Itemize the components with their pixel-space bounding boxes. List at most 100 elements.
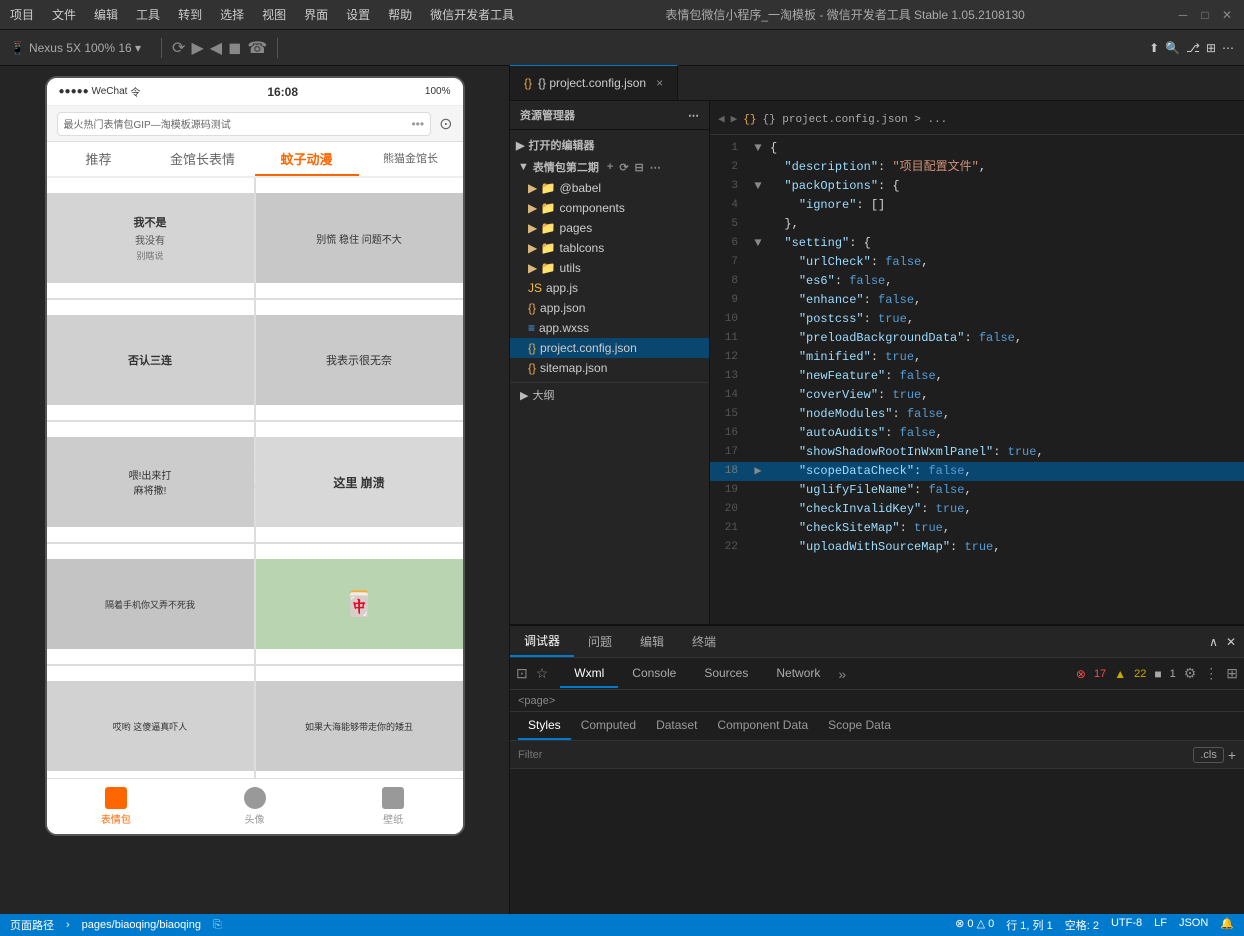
editor-tab-config[interactable]: {} {} project.config.json ×: [510, 65, 678, 100]
phone-bottom-nav[interactable]: 表情包 头像 壁纸: [47, 778, 463, 834]
device-toggle-icon[interactable]: ⊡: [516, 665, 528, 682]
meme-item-4[interactable]: 我表示很无奈: [256, 300, 463, 420]
tab-panda[interactable]: 熊猫金馆长: [359, 142, 463, 176]
settings-icon[interactable]: ⚙: [1184, 665, 1197, 682]
meme-item-6[interactable]: 这里 崩溃: [256, 422, 463, 542]
devtab-sources[interactable]: Sources: [690, 660, 762, 688]
minimize-button[interactable]: ─: [1176, 8, 1190, 22]
meme-item-10[interactable]: 如果大海能够带走你的矮丑: [256, 666, 463, 778]
collapse-icon[interactable]: ⊟: [635, 161, 644, 174]
meme-item-2[interactable]: 别慌 稳住 问题不大: [256, 178, 463, 298]
folder-tablcons[interactable]: ▶ 📁 tablcons: [510, 238, 709, 258]
bookmark-icon[interactable]: ☆: [536, 665, 549, 682]
folder-pages[interactable]: ▶ 📁 pages: [510, 218, 709, 238]
styles-filter-input[interactable]: [518, 749, 1193, 761]
device-selector[interactable]: 📱 Nexus 5X 100% 16 ▾: [10, 41, 141, 55]
scan-icon[interactable]: ⊙: [439, 114, 452, 134]
menu-select[interactable]: 选择: [220, 6, 244, 23]
more-devtools-icon[interactable]: »: [834, 660, 850, 688]
tab-problems[interactable]: 问题: [574, 627, 626, 656]
detach-icon[interactable]: ⊞: [1226, 665, 1238, 682]
panel-close-icon[interactable]: ✕: [1226, 635, 1236, 649]
tab-wenzi[interactable]: 蚊子动漫: [255, 142, 359, 176]
menu-settings[interactable]: 设置: [346, 6, 370, 23]
menu-help[interactable]: 帮助: [388, 6, 412, 23]
styles-tab-dataset[interactable]: Dataset: [646, 712, 707, 740]
folder-babel[interactable]: ▶ 📁 @babel: [510, 178, 709, 198]
back-icon[interactable]: ◀: [210, 38, 222, 58]
meme-item-7[interactable]: 隔着手机你又弄不死我: [47, 544, 254, 664]
close-button[interactable]: ✕: [1220, 8, 1234, 22]
more-icon[interactable]: ⋯: [1222, 41, 1234, 55]
menu-interface[interactable]: 界面: [304, 6, 328, 23]
main-section-header[interactable]: ▼ 表情包第二期 + ⟳ ⊟ ⋯: [510, 156, 709, 178]
toolbar-right[interactable]: ⬆ 🔍 ⎇ ⊞ ⋯: [1149, 41, 1234, 55]
menu-bar[interactable]: 项目 文件 编辑 工具 转到 选择 视图 界面 设置 帮助 微信开发者工具: [10, 6, 514, 23]
play-icon[interactable]: ▶: [191, 38, 203, 58]
file-sitemap[interactable]: {} sitemap.json: [510, 358, 709, 378]
copy-path-icon[interactable]: ⎘: [213, 919, 222, 932]
compile-icon[interactable]: ⟳: [172, 38, 185, 58]
devtab-wxml[interactable]: Wxml: [560, 660, 618, 688]
menu-devtools[interactable]: 微信开发者工具: [430, 6, 514, 23]
meme-item-1[interactable]: 我不是 我没有 别瞎说: [47, 178, 254, 298]
menu-view[interactable]: 视图: [262, 6, 286, 23]
maximize-button[interactable]: □: [1198, 8, 1212, 22]
folder-utils[interactable]: ▶ 📁 utils: [510, 258, 709, 278]
menu-project[interactable]: 项目: [10, 6, 34, 23]
code-editor[interactable]: ◀ ▶ {} {} project.config.json > ... 1 ▼ …: [710, 101, 1244, 624]
tab-terminal[interactable]: 终端: [678, 627, 730, 656]
folder-components[interactable]: ▶ 📁 components: [510, 198, 709, 218]
tab-recommend[interactable]: 推荐: [47, 142, 151, 176]
tab-compile[interactable]: 编辑: [626, 627, 678, 656]
tab-jingguan[interactable]: 金馆长表情: [151, 142, 255, 176]
phone-btn-icon[interactable]: ☎: [247, 38, 267, 58]
device-label[interactable]: Nexus 5X 100% 16 ▾: [29, 41, 141, 55]
open-editors-header[interactable]: ▶ 打开的编辑器: [510, 134, 709, 156]
file-config[interactable]: {} project.config.json: [510, 338, 709, 358]
phone-nav-tabs[interactable]: 推荐 金馆长表情 蚊子动漫 熊猫金馆长: [47, 142, 463, 178]
menu-file[interactable]: 文件: [52, 6, 76, 23]
dots-icon[interactable]: ⋯: [650, 161, 661, 174]
bell-icon[interactable]: 🔔: [1220, 917, 1234, 933]
meme-item-8[interactable]: 🀄: [256, 544, 463, 664]
toolbar-actions[interactable]: ⟳ ▶ ◀ ◼ ☎: [172, 38, 267, 58]
more-icon-2[interactable]: ⋮: [1204, 665, 1218, 682]
outline-section[interactable]: ▶ 大纲: [510, 382, 709, 407]
styles-tab-computed[interactable]: Computed: [571, 712, 646, 740]
devtools-inner-tabs[interactable]: Wxml Console Sources Network »: [560, 660, 850, 688]
menu-tools[interactable]: 工具: [136, 6, 160, 23]
git-icon[interactable]: ⎇: [1186, 41, 1200, 55]
file-appjson[interactable]: {} app.json: [510, 298, 709, 318]
panel-collapse-icon[interactable]: ∧: [1209, 635, 1218, 649]
phone-search-input[interactable]: 最火热门表情包GIP—淘模板源码测试 •••: [57, 112, 432, 136]
panel-controls[interactable]: ∧ ✕: [1209, 635, 1244, 649]
meme-item-5[interactable]: 喂!出来打麻将撒!: [47, 422, 254, 542]
add-file-icon[interactable]: +: [607, 161, 613, 173]
add-style-button[interactable]: +: [1228, 747, 1236, 763]
debugger-tabs[interactable]: 调试器 问题 编辑 终端: [510, 626, 1209, 657]
menu-edit[interactable]: 编辑: [94, 6, 118, 23]
upload-icon[interactable]: ⬆: [1149, 41, 1159, 55]
close-tab-button[interactable]: ×: [656, 76, 663, 90]
tab-debugger[interactable]: 调试器: [510, 626, 574, 657]
styles-tabs-bar[interactable]: Styles Computed Dataset Component Data S…: [510, 712, 1244, 741]
devtab-console[interactable]: Console: [618, 660, 690, 688]
bottom-tab-emoji[interactable]: 表情包: [47, 779, 186, 834]
file-appjs[interactable]: JS app.js: [510, 278, 709, 298]
file-appwxss[interactable]: ≡ app.wxss: [510, 318, 709, 338]
styles-tab-component-data[interactable]: Component Data: [707, 712, 818, 740]
window-controls[interactable]: ─ □ ✕: [1176, 8, 1234, 22]
bottom-tab-wallpaper[interactable]: 壁纸: [324, 779, 463, 834]
cls-button[interactable]: .cls: [1193, 747, 1224, 763]
search-icon[interactable]: 🔍: [1165, 41, 1180, 55]
styles-tab-scope-data[interactable]: Scope Data: [818, 712, 901, 740]
devtab-network[interactable]: Network: [762, 660, 834, 688]
resource-menu-icon[interactable]: ⋯: [688, 109, 699, 122]
meme-item-3[interactable]: 否认三连: [47, 300, 254, 420]
menu-goto[interactable]: 转到: [178, 6, 202, 23]
bottom-tab-avatar[interactable]: 头像: [185, 779, 324, 834]
meme-item-9[interactable]: 哎哟 这傻逼真吓人: [47, 666, 254, 778]
refresh-icon[interactable]: ⟳: [619, 161, 628, 174]
split-icon[interactable]: ⊞: [1206, 41, 1216, 55]
